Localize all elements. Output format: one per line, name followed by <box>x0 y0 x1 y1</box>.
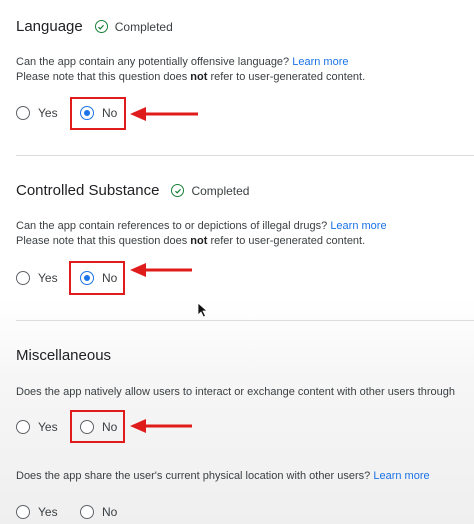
controlled-note: Please note that this question does not … <box>16 233 365 249</box>
misc-q2-no-option[interactable]: No <box>80 505 117 519</box>
misc-q1-yes-option[interactable]: Yes <box>16 420 58 434</box>
misc-q2-no-label: No <box>102 505 118 519</box>
misc-annotation-arrow-icon <box>130 419 192 433</box>
language-yes-option[interactable]: Yes <box>16 106 58 120</box>
language-yes-radio[interactable] <box>16 106 30 120</box>
controlled-yes-option[interactable]: Yes <box>16 271 58 285</box>
section-divider <box>16 320 474 321</box>
language-status-text: Completed <box>114 19 173 34</box>
misc-question-2: Does the app share the user's current ph… <box>16 468 430 484</box>
language-question-text: Can the app contain any potentially offe… <box>16 56 290 68</box>
controlled-highlight-box <box>69 261 125 295</box>
misc-highlight-box <box>70 410 125 443</box>
language-question: Can the app contain any potentially offe… <box>16 54 349 70</box>
misc-q2-yes-radio[interactable] <box>16 505 30 519</box>
controlled-yes-radio[interactable] <box>16 271 30 285</box>
language-highlight-box <box>70 97 126 130</box>
language-note-post: refer to user-generated content. <box>207 71 366 83</box>
misc-question-1-text: Does the app natively allow users to int… <box>16 386 456 398</box>
language-note: Please note that this question does not … <box>16 69 365 85</box>
controlled-note-post: refer to user-generated content. <box>207 235 366 247</box>
controlled-status: Completed <box>171 184 249 198</box>
language-learn-more-link[interactable]: Learn more <box>292 56 348 68</box>
language-yes-label: Yes <box>38 106 58 120</box>
misc-q1-yes-label: Yes <box>38 420 58 434</box>
misc-q2-no-radio[interactable] <box>80 505 94 519</box>
check-circle-icon <box>94 20 108 33</box>
misc-title: Miscellaneous <box>16 347 112 364</box>
controlled-yes-label: Yes <box>38 271 58 285</box>
controlled-title: Controlled Substance <box>16 182 160 199</box>
controlled-annotation-arrow-icon <box>130 263 192 277</box>
language-status: Completed <box>94 19 173 34</box>
misc-question-2-text: Does the app share the user's current ph… <box>16 470 371 482</box>
controlled-learn-more-link[interactable]: Learn more <box>330 220 386 232</box>
language-annotation-arrow-icon <box>130 107 198 121</box>
misc-q2-yes-option[interactable]: Yes <box>16 505 58 519</box>
controlled-note-pre: Please note that this question does <box>16 235 191 247</box>
controlled-note-bold: not <box>190 235 208 247</box>
misc-q2-learn-more-link[interactable]: Learn more <box>373 470 429 482</box>
misc-question-1: Does the app natively allow users to int… <box>16 384 455 400</box>
controlled-question-text: Can the app contain references to or dep… <box>16 220 328 232</box>
controlled-status-text: Completed <box>191 183 250 198</box>
mouse-cursor-icon <box>197 302 209 318</box>
language-title: Language <box>16 18 83 35</box>
language-note-bold: not <box>190 71 208 83</box>
controlled-question: Can the app contain references to or dep… <box>16 218 387 234</box>
misc-q2-yes-label: Yes <box>38 505 58 519</box>
misc-q1-yes-radio[interactable] <box>16 420 30 434</box>
language-note-pre: Please note that this question does <box>16 71 191 83</box>
section-divider <box>16 155 474 156</box>
check-circle-icon <box>171 184 185 197</box>
